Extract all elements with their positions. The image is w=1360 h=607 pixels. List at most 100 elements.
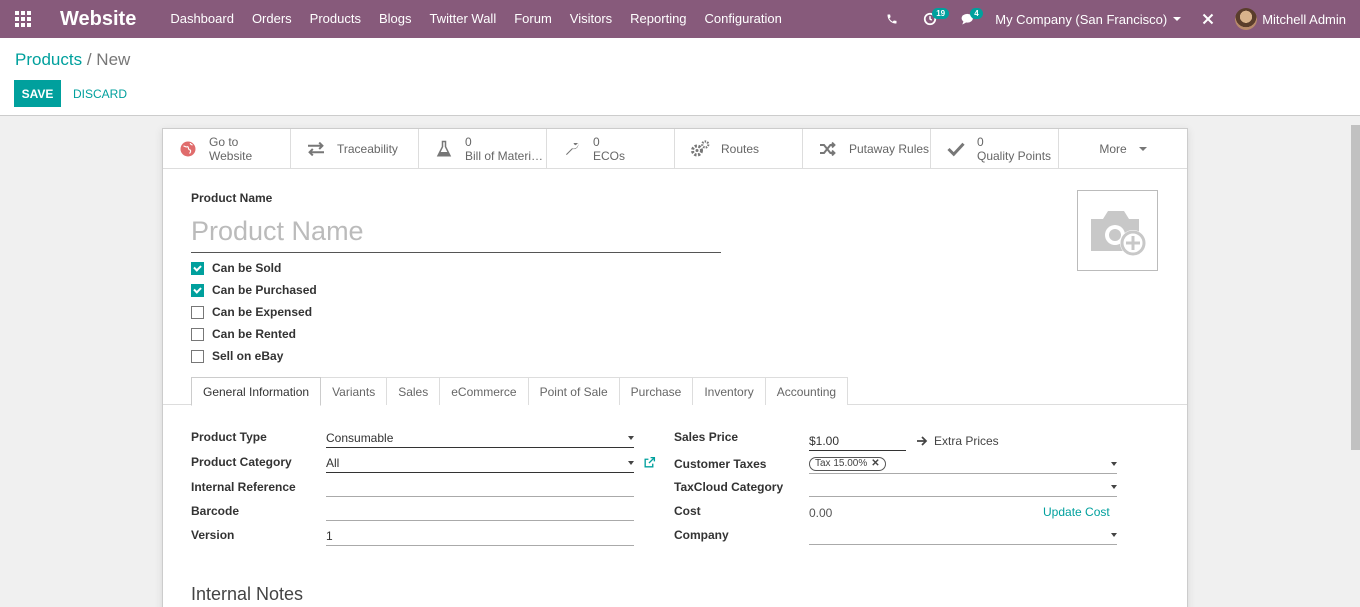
- tab-accounting[interactable]: Accounting: [764, 377, 849, 405]
- activity-badge: 19: [932, 8, 950, 19]
- smart-button-box: Go to Website Traceability 0 Bill of Mater…: [163, 129, 1187, 169]
- sell-on-ebay-checkbox[interactable]: [191, 349, 204, 363]
- menu-item-configuration[interactable]: Configuration: [696, 0, 791, 38]
- can-be-sold-option[interactable]: Can be Sold: [191, 257, 317, 279]
- routes-button[interactable]: Routes: [675, 129, 803, 169]
- dropdown-arrow-icon: [1111, 462, 1117, 466]
- activity-clock-icon[interactable]: 19: [911, 0, 950, 38]
- page-scrollbar[interactable]: [1351, 125, 1360, 450]
- can-be-sold-checkbox[interactable]: [191, 261, 204, 275]
- ecos-label: ECOs: [593, 149, 626, 163]
- menu-item-orders[interactable]: Orders: [243, 0, 301, 38]
- sales-price-input[interactable]: $1.00: [809, 431, 906, 451]
- messages-icon[interactable]: 4: [949, 0, 987, 38]
- taxcloud-category-select[interactable]: [809, 477, 1117, 497]
- company-name: My Company (San Francisco): [995, 11, 1168, 27]
- tab-point-of-sale[interactable]: Point of Sale: [527, 377, 620, 405]
- menu-item-dashboard[interactable]: Dashboard: [161, 0, 243, 38]
- chevron-down-icon: [1173, 17, 1182, 21]
- dropdown-arrow-icon: [628, 461, 634, 465]
- can-be-sold-label: Can be Sold: [212, 261, 282, 275]
- quality-points-button[interactable]: 0 Quality Points: [931, 129, 1059, 169]
- cost-label: Cost: [674, 504, 701, 518]
- putaway-rules-button[interactable]: Putaway Rules: [803, 129, 931, 169]
- more-dropdown[interactable]: More: [1059, 129, 1187, 169]
- sell-on-ebay-option[interactable]: Sell on eBay: [191, 345, 317, 367]
- can-be-purchased-option[interactable]: Can be Purchased: [191, 279, 317, 301]
- wrench-icon: [561, 140, 583, 158]
- discard-button[interactable]: DISCARD: [73, 80, 127, 107]
- dropdown-arrow-icon: [1111, 485, 1117, 489]
- arrows-icon: [305, 141, 327, 157]
- menu-item-reporting[interactable]: Reporting: [621, 0, 695, 38]
- apps-menu-icon[interactable]: [0, 0, 46, 38]
- product-type-value: Consumable: [326, 430, 394, 445]
- globe-icon: [177, 140, 199, 158]
- can-be-rented-option[interactable]: Can be Rented: [191, 323, 317, 345]
- extra-prices-label: Extra Prices: [934, 434, 999, 448]
- traceability-button[interactable]: Traceability: [291, 129, 419, 169]
- can-be-expensed-option[interactable]: Can be Expensed: [191, 301, 317, 323]
- sales-price-label: Sales Price: [674, 430, 739, 444]
- tab-general-information[interactable]: General Information: [191, 377, 322, 406]
- product-name-label: Product Name: [191, 191, 273, 205]
- product-type-select[interactable]: Consumable: [326, 428, 634, 448]
- can-be-rented-label: Can be Rented: [212, 327, 297, 341]
- menu-item-blogs[interactable]: Blogs: [370, 0, 421, 38]
- ecos-count: 0: [593, 135, 600, 149]
- company-label: Company: [674, 528, 729, 542]
- dropdown-arrow-icon: [628, 436, 634, 440]
- notebook-tabs: General Information Variants Sales eComm…: [191, 377, 849, 406]
- putaway-rules-label: Putaway Rules: [849, 142, 930, 156]
- tax-tag-label: Tax 15.00%: [815, 458, 868, 469]
- extra-prices-button[interactable]: Extra Prices: [916, 434, 999, 448]
- company-switcher[interactable]: My Company (San Francisco): [987, 12, 1189, 27]
- internal-reference-input[interactable]: [326, 477, 634, 497]
- bom-button[interactable]: 0 Bill of Materi…: [419, 129, 547, 169]
- product-image-upload[interactable]: [1077, 190, 1158, 271]
- tab-sales[interactable]: Sales: [386, 377, 441, 405]
- save-button[interactable]: SAVE: [14, 80, 61, 107]
- can-be-expensed-checkbox[interactable]: [191, 305, 204, 319]
- product-category-label: Product Category: [191, 455, 292, 469]
- menu-item-forum[interactable]: Forum: [505, 0, 561, 38]
- phone-icon[interactable]: [873, 0, 911, 38]
- product-type-label: Product Type: [191, 430, 267, 444]
- customer-taxes-label: Customer Taxes: [674, 457, 767, 471]
- version-input[interactable]: 1: [326, 526, 634, 546]
- go-to-website-button[interactable]: Go to Website: [163, 129, 291, 169]
- control-panel: Products / New SAVE DISCARD: [0, 38, 1360, 116]
- company-select[interactable]: [809, 525, 1117, 545]
- menu-item-twitter-wall[interactable]: Twitter Wall: [421, 0, 506, 38]
- breadcrumb-products-link[interactable]: Products: [15, 50, 82, 69]
- tab-inventory[interactable]: Inventory: [692, 377, 766, 405]
- can-be-purchased-checkbox[interactable]: [191, 283, 204, 297]
- product-name-input[interactable]: [191, 211, 721, 253]
- user-name: Mitchell Admin: [1262, 11, 1346, 27]
- tab-ecommerce[interactable]: eCommerce: [439, 377, 529, 405]
- main-menu: Dashboard Orders Products Blogs Twitter …: [161, 0, 791, 38]
- debug-tools-icon[interactable]: [1189, 0, 1227, 38]
- menu-item-visitors[interactable]: Visitors: [561, 0, 621, 38]
- sell-on-ebay-label: Sell on eBay: [212, 349, 284, 363]
- ecos-button[interactable]: 0 ECOs: [547, 129, 675, 169]
- update-cost-button[interactable]: Update Cost: [1043, 505, 1110, 519]
- product-options: Can be Sold Can be Purchased Can be Expe…: [191, 257, 317, 367]
- customer-taxes-input[interactable]: Tax 15.00% ✕: [809, 454, 1117, 474]
- tab-purchase[interactable]: Purchase: [618, 377, 694, 405]
- cost-value: 0.00: [809, 506, 833, 520]
- can-be-purchased-label: Can be Purchased: [212, 283, 317, 297]
- tab-variants[interactable]: Variants: [320, 377, 388, 405]
- barcode-input[interactable]: [326, 501, 634, 521]
- go-to-line1: Go to: [209, 135, 239, 149]
- user-menu[interactable]: Mitchell Admin: [1227, 8, 1360, 30]
- breadcrumb: Products / New: [15, 50, 130, 70]
- messages-badge: 4: [970, 8, 983, 19]
- external-link-icon[interactable]: [643, 456, 656, 472]
- cogs-icon: [689, 140, 711, 158]
- menu-item-products[interactable]: Products: [301, 0, 370, 38]
- breadcrumb-current: New: [96, 50, 131, 69]
- can-be-rented-checkbox[interactable]: [191, 327, 204, 341]
- remove-tag-icon[interactable]: ✕: [871, 458, 879, 469]
- product-category-select[interactable]: All: [326, 453, 634, 473]
